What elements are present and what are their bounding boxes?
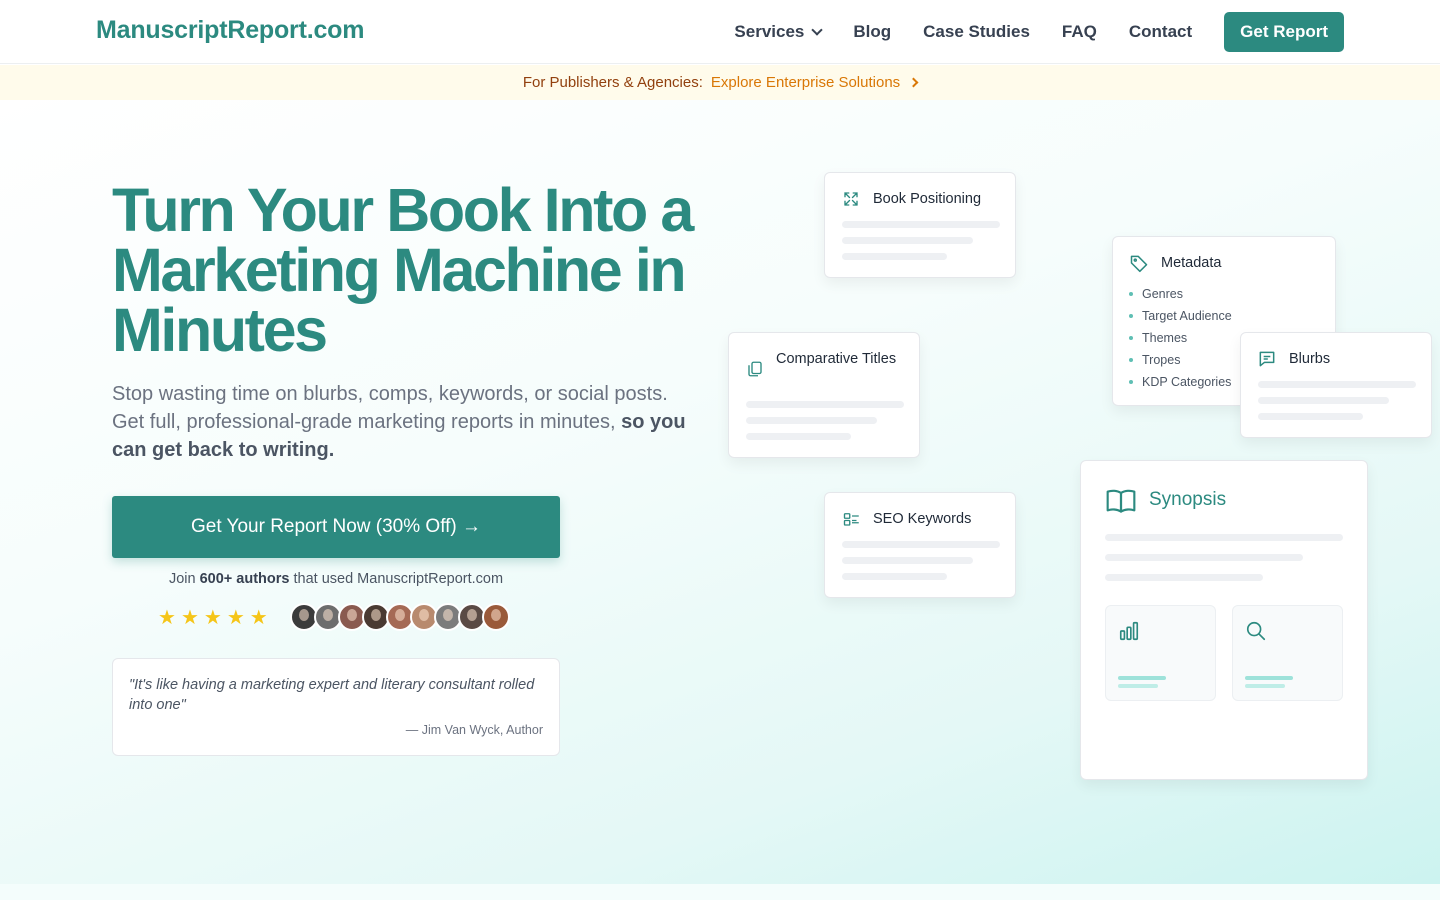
synopsis-analytics-tile <box>1105 605 1216 701</box>
rating-stars: ★ ★ ★ ★ ★ <box>158 606 273 630</box>
placeholder-line <box>1105 534 1343 541</box>
enterprise-link[interactable]: Explore Enterprise Solutions <box>710 74 919 91</box>
next-section-edge <box>0 884 1440 900</box>
card-title: Book Positioning <box>873 191 982 207</box>
enterprise-link-label: Explore Enterprise Solutions <box>710 74 901 91</box>
nav-services-label: Services <box>734 22 805 41</box>
placeholder-line <box>842 541 1000 548</box>
site-header: ManuscriptReport.com Services Blog Case … <box>0 0 1440 64</box>
hero-subtext-regular: Stop wasting time on blurbs, comps, keyw… <box>112 383 668 433</box>
card-title: SEO Keywords <box>873 511 972 527</box>
chevron-down-icon <box>811 23 824 36</box>
testimonial-author: — Jim Van Wyck, Author <box>405 723 543 737</box>
card-synopsis: Synopsis <box>1080 460 1368 780</box>
synopsis-search-tile <box>1232 605 1343 701</box>
placeholder-line <box>746 401 904 408</box>
seo-icon <box>843 513 859 526</box>
copy-icon <box>748 361 762 377</box>
tag-icon <box>1130 255 1148 273</box>
social-prefix: Join <box>168 571 196 587</box>
card-comparative-titles: Comparative Titles <box>728 332 920 458</box>
testimonial-quote: "It's like having a marketing expert and… <box>129 677 535 713</box>
card-title: Metadata <box>1161 255 1222 271</box>
placeholder-line <box>1258 381 1416 388</box>
list-item: Themes <box>1129 327 1232 349</box>
card-title: Blurbs <box>1289 351 1331 367</box>
list-item: Target Audience <box>1129 305 1232 327</box>
nav-case-studies[interactable]: Case Studies <box>923 22 1030 42</box>
hero-subtext: Stop wasting time on blurbs, comps, keyw… <box>112 380 702 464</box>
search-icon <box>1246 621 1266 641</box>
card-title: Comparative Titles <box>776 351 897 367</box>
placeholder-line <box>1258 413 1363 420</box>
placeholder-line <box>1118 676 1166 680</box>
social-suffix: that used ManuscriptReport.com <box>293 571 504 587</box>
chevron-right-icon <box>908 77 919 88</box>
star-icon: ★ <box>180 607 199 629</box>
placeholder-line <box>842 221 1000 228</box>
card-title: Synopsis <box>1149 489 1227 510</box>
placeholder-line <box>1245 676 1293 680</box>
hero-headline: Turn Your Book Into a Marketing Machine … <box>112 176 694 364</box>
star-icon: ★ <box>203 607 222 629</box>
card-book-positioning: Book Positioning <box>824 172 1016 278</box>
main-nav: Services Blog Case Studies FAQ Contact G… <box>734 12 1344 52</box>
placeholder-line <box>1245 684 1285 688</box>
testimonial-card: "It's like having a marketing expert and… <box>112 658 560 756</box>
author-avatars <box>290 603 510 631</box>
list-item: Tropes <box>1129 349 1232 371</box>
star-icon: ★ <box>158 607 176 629</box>
nav-blog[interactable]: Blog <box>853 22 891 42</box>
list-item: Genres <box>1129 283 1232 305</box>
placeholder-line <box>1258 397 1389 404</box>
logo[interactable]: ManuscriptReport.com <box>96 16 364 45</box>
star-icon: ★ <box>226 607 245 629</box>
placeholder-line <box>746 417 877 424</box>
get-report-now-button[interactable]: Get Your Report Now (30% Off) → <box>112 496 560 558</box>
placeholder-line <box>842 253 947 260</box>
placeholder-line <box>842 573 947 580</box>
nav-services[interactable]: Services <box>734 22 824 42</box>
card-seo-keywords: SEO Keywords <box>824 492 1016 598</box>
placeholder-line <box>746 433 851 440</box>
bar-chart-icon <box>1119 621 1139 641</box>
card-blurbs: Blurbs <box>1240 332 1432 438</box>
star-icon: ★ <box>249 607 268 629</box>
banner-lead: For Publishers & Agencies: <box>522 74 703 91</box>
social-count: 600+ authors <box>199 571 290 587</box>
avatar <box>482 603 510 631</box>
expand-icon <box>844 192 858 206</box>
placeholder-line <box>842 237 973 244</box>
list-item: KDP Categories <box>1129 371 1232 393</box>
social-proof: Join 600+ authors that used ManuscriptRe… <box>112 571 560 587</box>
placeholder-line <box>842 557 973 564</box>
placeholder-line <box>1105 554 1303 561</box>
nav-contact[interactable]: Contact <box>1129 22 1192 42</box>
placeholder-line <box>1118 684 1158 688</box>
enterprise-banner: For Publishers & Agencies: Explore Enter… <box>0 65 1440 100</box>
get-report-button[interactable]: Get Report <box>1224 12 1344 52</box>
book-open-icon <box>1106 489 1136 513</box>
metadata-list: Genres Target Audience Themes Tropes KDP… <box>1129 283 1232 393</box>
placeholder-line <box>1105 574 1263 581</box>
nav-faq[interactable]: FAQ <box>1062 22 1097 42</box>
message-icon <box>1259 351 1275 367</box>
